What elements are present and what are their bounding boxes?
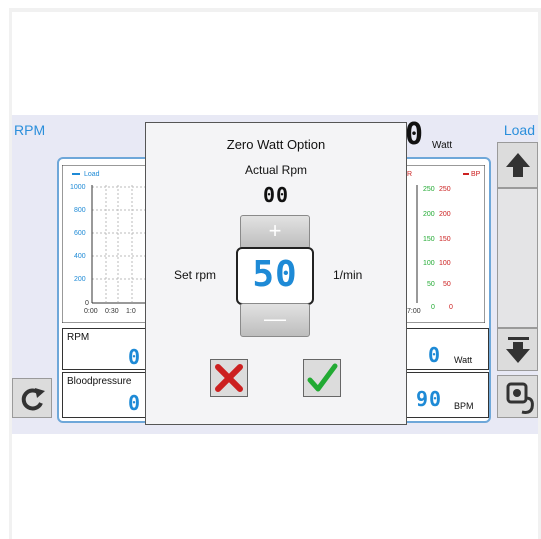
bpm-stat-value: 90 [416,387,443,411]
watt-unit-label: Watt [432,140,453,151]
bp-device-icon [506,382,534,414]
svg-text:50: 50 [443,281,451,288]
cancel-button[interactable] [210,359,248,397]
minus-icon: — [264,306,286,331]
load-chart: Load 1000 800 600 400 200 0 0:00 0:30 1:… [62,165,147,323]
svg-text:1000: 1000 [70,184,86,191]
svg-text:600: 600 [74,230,86,237]
scroll-down-button[interactable] [497,328,538,371]
svg-text:200: 200 [423,211,435,218]
svg-text:200: 200 [74,276,86,283]
watt-display: 0 [405,117,425,152]
svg-text:0:00: 0:00 [84,308,98,315]
svg-text:0: 0 [431,304,435,311]
bp-stat-title: Bloodpressure [67,376,132,387]
svg-text:150: 150 [423,236,435,243]
bp-stat-value: 0 [127,391,141,415]
bp-stat-box: Bloodpressure 0 [62,372,146,418]
rpm-stat-box: RPM 0 [62,328,146,370]
bpm-stat-box: 90 BPM [405,372,489,418]
bp-device-button[interactable] [497,375,538,418]
svg-text:R: R [407,171,412,178]
decrease-rpm-button[interactable]: — [240,303,310,337]
svg-text:800: 800 [74,207,86,214]
set-rpm-label: Set rpm [174,268,217,282]
svg-text:7:00: 7:00 [407,308,421,315]
load-header-label: Load [503,122,535,138]
svg-text:0: 0 [85,300,89,307]
svg-text:250: 250 [439,186,451,193]
set-rpm-value: 50 [252,254,298,295]
zero-watt-dialog: Zero Watt Option Actual Rpm 00 + 50 — Se… [145,122,407,425]
scroll-up-button[interactable] [497,142,538,188]
svg-text:50: 50 [427,281,435,288]
svg-text:150: 150 [439,236,451,243]
svg-text:100: 100 [423,260,435,267]
svg-text:400: 400 [74,253,86,260]
arrow-down-icon [506,337,530,363]
svg-text:0:30: 0:30 [105,308,119,315]
actual-rpm-value: 00 [262,183,290,207]
rpm-unit-label: 1/min [333,268,363,282]
set-rpm-display: 50 [236,247,314,305]
load-legend: Load [84,171,100,178]
svg-text:0: 0 [449,304,453,311]
svg-text:1:0: 1:0 [126,308,136,315]
confirm-button[interactable] [303,359,341,397]
svg-text:BP: BP [471,171,481,178]
dialog-title: Zero Watt Option [226,137,326,152]
bpm-stat-unit: BPM [454,401,474,411]
svg-text:100: 100 [439,260,451,267]
refresh-button[interactable] [12,378,52,418]
watt-stat-unit: Watt [454,355,473,365]
scroll-track[interactable] [497,188,538,328]
plus-icon: + [268,218,282,243]
confirm-icon [307,363,338,392]
bottom-blank-area [12,434,538,539]
watt-stat-value: 0 [428,343,442,367]
rpm-stat-value: 0 [127,345,141,369]
svg-text:250: 250 [423,186,435,193]
refresh-icon [21,388,45,411]
rpm-stat-title: RPM [67,332,90,343]
watt-stat-box: 0 Watt [405,328,489,370]
rpm-header-label: RPM [14,122,46,138]
top-blank-area [12,12,538,115]
arrow-up-icon [506,153,530,177]
actual-rpm-label: Actual Rpm [244,163,308,177]
hr-bp-chart: R BP 250 200 150 100 50 0 250 200 150 10… [405,165,485,323]
increase-rpm-button[interactable]: + [240,215,310,249]
cancel-icon [215,364,243,392]
svg-text:200: 200 [439,211,451,218]
